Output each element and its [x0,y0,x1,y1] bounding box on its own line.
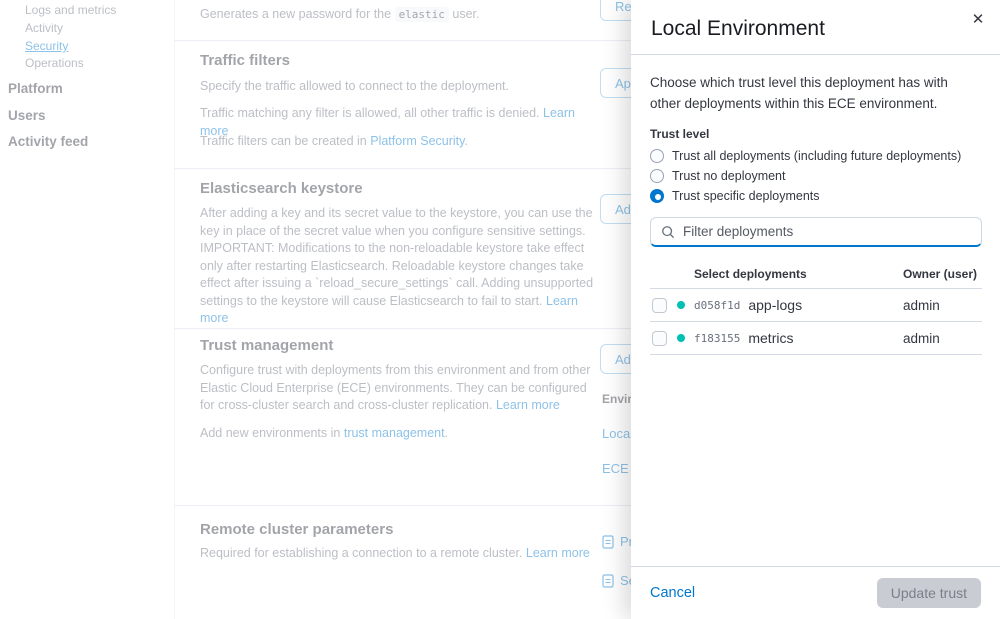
table-header-row: Select deployments Owner (user) [650,259,982,289]
radio-label: Trust all deployments (including future … [672,149,961,163]
deployment-search-box [650,217,982,247]
close-icon[interactable]: ✕ [966,8,990,32]
table-row-metrics: f183155 metrics admin [650,322,982,355]
radio-label: Trust specific deployments [672,189,820,203]
row-checkbox[interactable] [652,298,667,313]
deployment-id: d058f1d [694,299,740,312]
radio-trust-specific-deployments[interactable]: Trust specific deployments [650,189,982,203]
local-environment-flyout: Local Environment ✕ Choose which trust l… [631,0,1000,619]
page: Logs and metrics Activity Security Opera… [0,0,1000,619]
deployment-name[interactable]: app-logs [748,297,802,313]
search-icon [661,225,675,239]
deployment-name[interactable]: metrics [748,330,793,346]
row-checkbox[interactable] [652,331,667,346]
column-select-deployments: Select deployments [694,267,807,281]
cancel-button[interactable]: Cancel [650,585,695,601]
trust-level-label: Trust level [650,127,982,141]
health-dot-icon [677,334,685,342]
update-trust-button[interactable]: Update trust [877,578,981,608]
flyout-body: Choose which trust level this deployment… [631,55,1000,355]
flyout-title: Local Environment [651,17,980,41]
radio-trust-all-deployments[interactable]: Trust all deployments (including future … [650,149,982,163]
health-dot-icon [677,301,685,309]
deployment-id: f183155 [694,332,740,345]
radio-icon [650,169,664,183]
deployment-owner: admin [903,331,940,346]
radio-label: Trust no deployment [672,169,785,183]
deployment-owner: admin [903,298,940,313]
flyout-footer: Cancel Update trust [631,566,1000,619]
radio-trust-no-deployment[interactable]: Trust no deployment [650,169,982,183]
flyout-description: Choose which trust level this deployment… [650,72,982,114]
radio-icon-selected [650,189,664,203]
column-owner-user: Owner (user) [903,267,977,281]
table-row-app-logs: d058f1d app-logs admin [650,289,982,322]
radio-icon [650,149,664,163]
search-input[interactable] [683,224,971,239]
flyout-header: Local Environment ✕ [631,0,1000,55]
